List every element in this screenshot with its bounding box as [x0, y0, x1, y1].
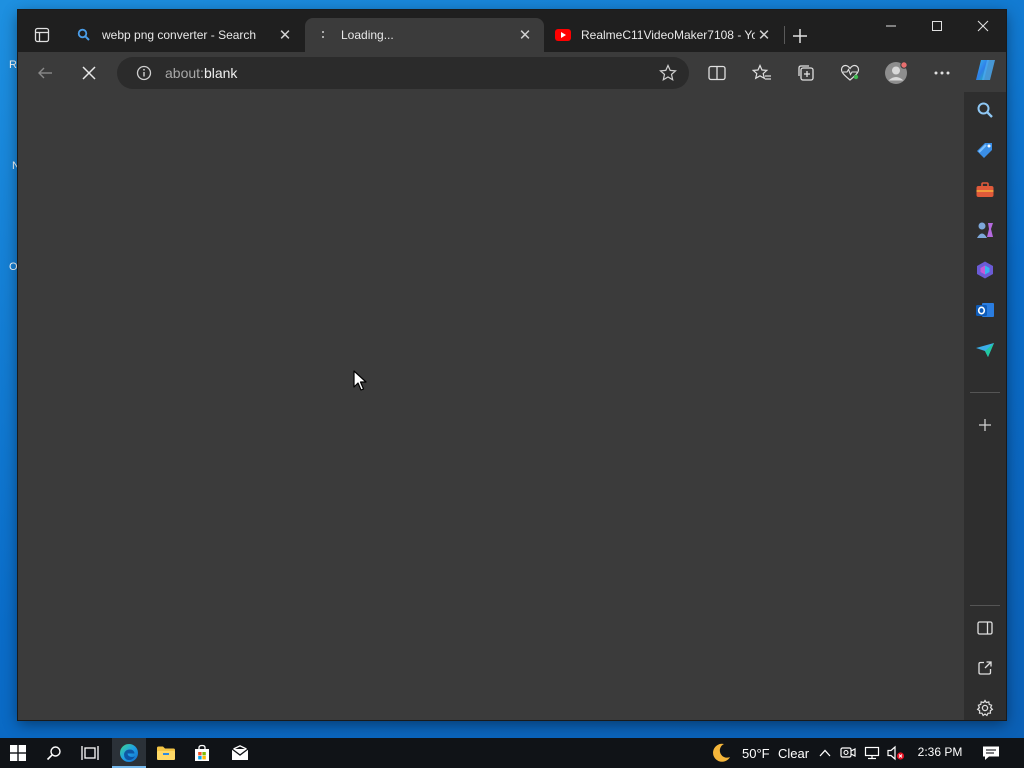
sidebar-divider: [970, 392, 1000, 393]
mail-icon: [231, 745, 249, 760]
collections-button[interactable]: [791, 58, 821, 88]
stop-icon: [82, 66, 96, 80]
send-icon[interactable]: [973, 338, 997, 362]
youtube-icon: [555, 27, 571, 43]
tab-actions-button[interactable]: [28, 23, 56, 47]
tab-title: Loading...: [341, 28, 394, 42]
minimize-button[interactable]: [868, 10, 914, 42]
network-button[interactable]: [862, 741, 882, 765]
more-options-icon: [934, 71, 950, 75]
weather-temperature[interactable]: 50°F: [742, 746, 770, 761]
weather-condition[interactable]: Clear: [778, 746, 809, 761]
site-info-icon[interactable]: [135, 64, 153, 82]
meet-now-button[interactable]: [838, 741, 858, 765]
taskbar-store-button[interactable]: [190, 741, 214, 765]
chevron-up-icon: [819, 749, 831, 757]
minimize-icon: [886, 25, 896, 27]
tab-strip: webp png converter - Search ✕ Loading...…: [18, 10, 1006, 52]
tab-title: RealmeC11VideoMaker7108 - Yo: [581, 28, 755, 42]
network-icon: [864, 746, 880, 760]
url-text[interactable]: about:blank: [165, 65, 237, 81]
search-icon: [76, 27, 92, 43]
tab-title: webp png converter - Search: [102, 28, 257, 42]
close-tab-icon[interactable]: ✕: [755, 26, 773, 44]
heart-pulse-icon: [840, 64, 860, 81]
folder-icon: [157, 746, 175, 760]
desktop-icon-label-fragment: O: [9, 261, 18, 273]
close-window-button[interactable]: [960, 10, 1006, 42]
shopping-tag-icon[interactable]: [973, 138, 997, 162]
tab-separator: [784, 26, 785, 44]
open-external-icon[interactable]: [973, 656, 997, 680]
search-icon[interactable]: [973, 98, 997, 122]
outlook-icon[interactable]: [973, 298, 997, 322]
split-screen-icon: [708, 65, 726, 81]
taskbar-file-explorer-button[interactable]: [154, 741, 178, 765]
navigation-toolbar: about:blank: [18, 52, 1006, 92]
volume-button[interactable]: [885, 741, 907, 765]
close-tab-icon[interactable]: ✕: [516, 26, 534, 44]
show-hidden-icons-button[interactable]: [815, 741, 835, 765]
moon-icon: [713, 743, 730, 762]
store-icon: [195, 744, 209, 761]
action-center-button[interactable]: [979, 741, 1003, 765]
office-icon[interactable]: [973, 258, 997, 282]
close-tab-icon[interactable]: ✕: [276, 26, 294, 44]
plus-icon: [793, 29, 807, 43]
loading-icon: [315, 27, 331, 43]
address-bar[interactable]: about:blank: [117, 57, 689, 89]
search-icon: [46, 746, 61, 761]
notifications-icon: [983, 746, 999, 760]
windows-logo-icon: [10, 745, 26, 761]
task-view-button[interactable]: [78, 741, 102, 765]
edge-browser-window: webp png converter - Search ✕ Loading...…: [18, 10, 1006, 720]
page-content-area[interactable]: [18, 92, 964, 720]
desktop-edge: R N O: [0, 0, 20, 738]
settings-icon[interactable]: [973, 696, 997, 720]
favorite-star-icon[interactable]: [659, 64, 677, 82]
taskbar-clock[interactable]: 2:36 PM: [910, 745, 970, 759]
volume-muted-icon: [887, 745, 905, 761]
browser-essentials-button[interactable]: [835, 58, 865, 88]
favorites-button[interactable]: [747, 58, 777, 88]
copilot-icon[interactable]: [972, 56, 1000, 84]
profile-button[interactable]: [881, 58, 911, 88]
new-tab-button[interactable]: [788, 24, 812, 48]
sidebar-divider: [970, 605, 1000, 606]
back-button[interactable]: [30, 58, 60, 88]
stop-loading-button[interactable]: [74, 58, 104, 88]
edge-icon: [120, 744, 138, 762]
split-pane-icon[interactable]: [973, 616, 997, 640]
edge-sidebar: [964, 92, 1006, 720]
split-screen-button[interactable]: [702, 58, 732, 88]
start-button[interactable]: [6, 741, 30, 765]
tab-loading[interactable]: Loading... ✕: [305, 18, 544, 52]
task-view-icon: [81, 746, 99, 760]
mouse-cursor-icon: [353, 370, 367, 391]
favorites-icon: [752, 64, 771, 80]
games-icon[interactable]: [973, 218, 997, 242]
windows-taskbar: 50°F Clear 2:36 PM: [0, 738, 1024, 768]
avatar-icon: [885, 61, 908, 84]
taskbar-search-button[interactable]: [42, 741, 66, 765]
add-icon[interactable]: [973, 413, 997, 437]
weather-button[interactable]: [709, 741, 733, 765]
maximize-icon: [932, 21, 942, 31]
taskbar-mail-button[interactable]: [228, 741, 252, 765]
webcam-icon: [840, 747, 856, 758]
taskbar-edge-button[interactable]: [117, 741, 141, 765]
url-scheme: about:: [165, 65, 204, 81]
tab-search[interactable]: webp png converter - Search ✕: [66, 18, 304, 52]
tab-youtube[interactable]: RealmeC11VideoMaker7108 - Yo ✕: [545, 18, 783, 52]
tools-icon[interactable]: [973, 178, 997, 202]
tab-actions-icon: [34, 27, 50, 43]
settings-more-button[interactable]: [927, 58, 957, 88]
close-icon: [977, 20, 989, 32]
maximize-button[interactable]: [914, 10, 960, 42]
url-path: blank: [203, 65, 238, 81]
collections-icon: [798, 65, 814, 81]
desktop-icon-label-fragment: R: [9, 59, 17, 71]
back-arrow-icon: [38, 67, 52, 79]
